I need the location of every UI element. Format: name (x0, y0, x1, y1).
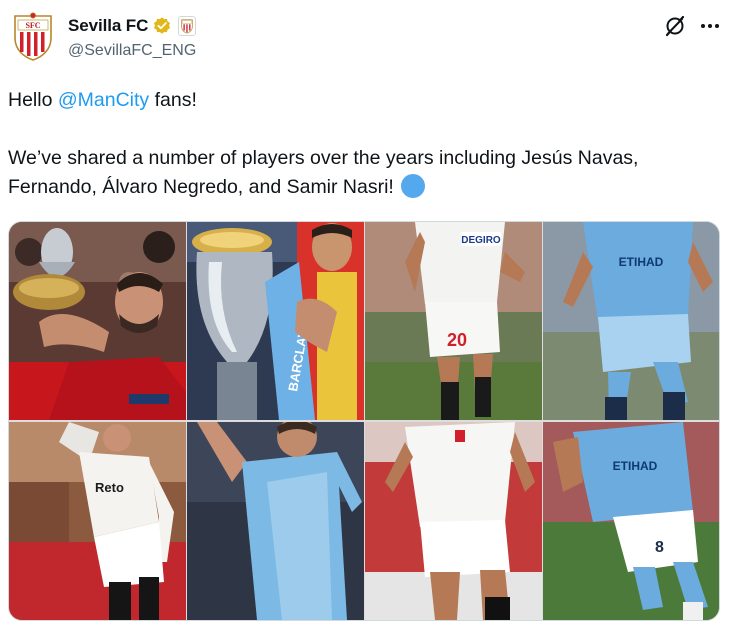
reto-sponsor-text: Reto (95, 480, 124, 495)
tweet-text: Hello @ManCity fans! We’ve shared a numb… (8, 86, 723, 202)
greeting-prefix: Hello (8, 89, 58, 111)
city-player-running-image: ETIHAD (543, 222, 719, 420)
display-name[interactable]: Sevilla FC (68, 16, 148, 36)
sevilla-player-reto-image: Reto (9, 422, 186, 620)
etihad-sponsor-text: ETIHAD (619, 255, 664, 269)
photo-2[interactable]: BARCLAYS (187, 222, 364, 420)
shirt-number-8-text: 8 (655, 539, 664, 556)
sevilla-player-white-image (365, 422, 542, 620)
photo-7[interactable] (365, 422, 542, 620)
name-row: Sevilla FC (68, 14, 197, 38)
shirt-number-text: 20 (447, 330, 467, 350)
photo-3[interactable]: DEGIRO 20 (365, 222, 542, 420)
city-player-8-image: ETIHAD 8 (543, 422, 719, 620)
sevilla-crest-icon[interactable]: SFC (10, 12, 56, 62)
tweet-body: We’ve shared a number of players over th… (8, 147, 639, 198)
grok-icon[interactable] (663, 14, 687, 38)
premier-league-trophy-image: BARCLAYS (187, 222, 364, 420)
blue-circle-icon (401, 174, 426, 198)
photo-4[interactable]: ETIHAD (543, 222, 719, 420)
svg-text:SFC: SFC (25, 21, 40, 30)
author-handle[interactable]: @SevillaFC_ENG (68, 42, 196, 60)
city-player-image (187, 422, 364, 620)
greeting-line: Hello @ManCity fans! (8, 86, 723, 115)
more-icon[interactable] (697, 14, 723, 38)
greeting-suffix: fans! (149, 89, 197, 111)
sevilla-player-20-image: DEGIRO 20 (365, 222, 542, 420)
photo-1[interactable] (9, 222, 186, 420)
photo-8[interactable]: ETIHAD 8 (543, 422, 719, 620)
trophy-celebration-image (9, 222, 186, 420)
photo-6[interactable] (187, 422, 364, 620)
verified-badge-icon[interactable] (152, 16, 172, 36)
sevilla-crest-badge-icon[interactable] (178, 16, 197, 36)
media-grid[interactable]: BARCLAYS DEGIRO 20 ETIHAD Reto ETIHAD 8 (8, 221, 720, 621)
tweet-header: SFC Sevilla FC @SevillaFC_ENG (0, 0, 730, 80)
body-line: We’ve shared a number of players over th… (8, 144, 723, 202)
degiro-sponsor-text: DEGIRO (461, 235, 501, 246)
mention-link[interactable]: @ManCity (58, 89, 149, 111)
photo-5[interactable]: Reto (9, 422, 186, 620)
etihad-sponsor-text-2: ETIHAD (613, 459, 658, 473)
